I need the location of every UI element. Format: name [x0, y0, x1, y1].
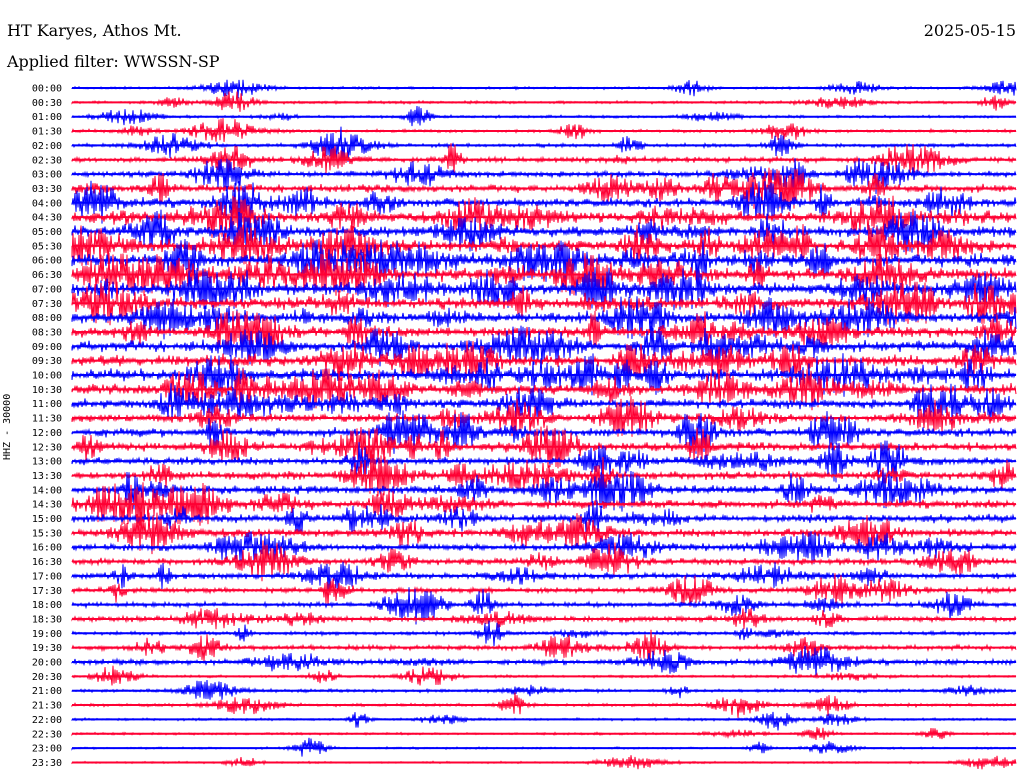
time-tick-label: 00:30 — [32, 98, 62, 109]
time-tick-label: 15:00 — [32, 514, 62, 525]
time-tick-label: 04:30 — [32, 213, 62, 224]
time-tick-label: 08:30 — [32, 327, 62, 338]
time-tick-label: 04:00 — [32, 198, 62, 209]
time-tick-label: 03:30 — [32, 184, 62, 195]
time-tick-label: 21:00 — [32, 686, 62, 697]
time-tick-label: 22:30 — [32, 729, 62, 740]
seismic-traces — [71, 79, 1017, 770]
time-tick-label: 11:30 — [32, 414, 62, 425]
time-tick-label: 18:30 — [32, 614, 62, 625]
seismic-trace-0130 — [71, 118, 1017, 142]
time-tick-label: 20:30 — [32, 672, 62, 683]
seismic-trace-2200 — [71, 711, 1017, 731]
time-tick-label: 17:30 — [32, 586, 62, 597]
time-tick-label: 10:30 — [32, 385, 62, 396]
time-tick-label: 12:00 — [32, 428, 62, 439]
time-tick-label: 21:30 — [32, 701, 62, 712]
time-tick-label: 05:00 — [32, 227, 62, 238]
time-tick-label: 16:30 — [32, 557, 62, 568]
time-tick-label: 16:00 — [32, 543, 62, 554]
time-tick-label: 01:30 — [32, 127, 62, 138]
time-tick-label: 23:00 — [32, 744, 62, 755]
time-tick-label: 23:30 — [32, 758, 62, 769]
time-tick-label: 10:00 — [32, 371, 62, 382]
time-tick-label: 09:30 — [32, 356, 62, 367]
time-tick-label: 20:00 — [32, 658, 62, 669]
time-tick-label: 03:00 — [32, 170, 62, 181]
time-tick-label: 06:30 — [32, 270, 62, 281]
time-tick-label: 07:30 — [32, 299, 62, 310]
time-tick-label: 11:00 — [32, 399, 62, 410]
time-tick-label: 18:00 — [32, 600, 62, 611]
time-tick-label: 05:30 — [32, 241, 62, 252]
time-tick-label: 13:30 — [32, 471, 62, 482]
time-tick-label: 06:00 — [32, 256, 62, 267]
time-tick-label: 19:00 — [32, 629, 62, 640]
time-tick-label: 02:30 — [32, 155, 62, 166]
time-tick-label: 09:00 — [32, 342, 62, 353]
time-tick-label: 17:00 — [32, 571, 62, 582]
time-tick-label: 19:30 — [32, 643, 62, 654]
time-tick-label: 22:00 — [32, 715, 62, 726]
time-tick-label: 00:00 — [32, 84, 62, 95]
time-tick-label: 14:30 — [32, 500, 62, 511]
time-tick-label: 01:00 — [32, 112, 62, 123]
time-tick-label: 14:00 — [32, 485, 62, 496]
time-tick-label: 07:00 — [32, 284, 62, 295]
time-tick-labels: 00:00 00:30 01:00 01:30 02:00 02:30 03:00 03:30… — [32, 84, 62, 769]
time-tick-label: 13:00 — [32, 457, 62, 468]
time-tick-label: 12:30 — [32, 442, 62, 453]
time-tick-label: 15:30 — [32, 528, 62, 539]
time-tick-label: 08:00 — [32, 313, 62, 324]
seismogram-plot: 00:00 00:30 01:00 01:30 02:00 02:30 03:00 03:30… — [32, 79, 1017, 770]
time-tick-label: 02:00 — [32, 141, 62, 152]
